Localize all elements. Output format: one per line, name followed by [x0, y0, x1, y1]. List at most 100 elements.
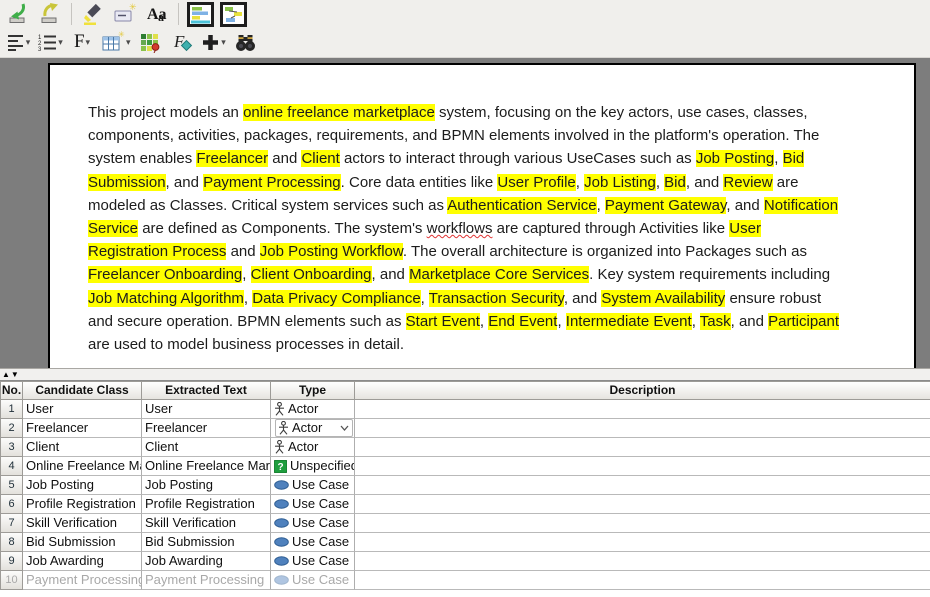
highlighted-term[interactable]: Client: [301, 150, 339, 167]
description-cell[interactable]: [355, 552, 930, 571]
column-header-type[interactable]: Type: [271, 381, 355, 400]
extracted-text-cell[interactable]: Bid Submission: [142, 533, 271, 552]
font-style-button[interactable]: Aa a: [142, 1, 172, 27]
document-page[interactable]: This project models an online freelance …: [48, 63, 916, 368]
extracted-text-cell[interactable]: Payment Processing: [142, 571, 271, 590]
highlighted-term[interactable]: Service: [88, 220, 138, 237]
highlighted-term[interactable]: Client Onboarding: [251, 266, 372, 283]
row-number-cell[interactable]: 3: [0, 438, 23, 457]
highlighted-term[interactable]: System Availability: [601, 290, 725, 307]
extracted-text-cell[interactable]: Online Freelance Mark: [142, 457, 271, 476]
new-note-button[interactable]: ✳: [110, 1, 140, 27]
format-button[interactable]: F: [167, 29, 197, 55]
type-cell[interactable]: Use Case: [271, 552, 355, 571]
text-view-toggle-button[interactable]: [185, 1, 216, 27]
type-cell[interactable]: Use Case: [271, 495, 355, 514]
color-grid-button[interactable]: [135, 29, 165, 55]
description-cell[interactable]: [355, 533, 930, 552]
highlighted-term[interactable]: Task: [700, 313, 731, 330]
export-button[interactable]: [35, 1, 65, 27]
highlighted-term[interactable]: Data Privacy Compliance: [252, 290, 420, 307]
highlighted-term[interactable]: Transaction Security: [429, 290, 564, 307]
highlighted-term[interactable]: Intermediate Event: [566, 313, 692, 330]
row-number-cell[interactable]: 10: [0, 571, 23, 590]
description-cell[interactable]: [355, 457, 930, 476]
candidate-class-cell[interactable]: Job Awarding: [23, 552, 142, 571]
type-cell[interactable]: Use Case: [271, 533, 355, 552]
highlighted-term[interactable]: Job Matching Algorithm: [88, 290, 244, 307]
candidate-class-cell[interactable]: Job Posting: [23, 476, 142, 495]
candidate-class-cell[interactable]: Online Freelance Ma: [23, 457, 142, 476]
highlighted-term[interactable]: End Event: [488, 313, 557, 330]
row-number-cell[interactable]: 4: [0, 457, 23, 476]
type-dropdown[interactable]: Actor: [275, 419, 353, 437]
candidate-class-cell[interactable]: Profile Registration: [23, 495, 142, 514]
font-button[interactable]: F ▾: [67, 29, 97, 55]
highlighted-term[interactable]: online freelance marketplace: [243, 104, 435, 121]
splitter-collapse-arrows[interactable]: ▲▼: [2, 369, 20, 380]
row-number-cell[interactable]: 7: [0, 514, 23, 533]
candidate-class-cell[interactable]: Skill Verification: [23, 514, 142, 533]
description-cell[interactable]: [355, 400, 930, 419]
description-cell[interactable]: [355, 419, 930, 438]
highlighted-term[interactable]: Job Posting: [696, 150, 774, 167]
column-header-candidate[interactable]: Candidate Class: [23, 381, 142, 400]
type-cell[interactable]: Use Case: [271, 476, 355, 495]
row-number-cell[interactable]: 9: [0, 552, 23, 571]
candidate-class-cell[interactable]: Freelancer: [23, 419, 142, 438]
extracted-text-cell[interactable]: User: [142, 400, 271, 419]
highlighted-term[interactable]: Registration Process: [88, 243, 226, 260]
highlighted-term[interactable]: Job Posting Workflow: [260, 243, 403, 260]
type-cell[interactable]: Use Case: [271, 571, 355, 590]
row-number-cell[interactable]: 5: [0, 476, 23, 495]
highlighted-term[interactable]: User: [729, 220, 761, 237]
highlight-button[interactable]: [78, 1, 108, 27]
type-cell[interactable]: Use Case: [271, 514, 355, 533]
highlighted-term[interactable]: Job Listing: [584, 174, 656, 191]
highlighted-term[interactable]: Participant: [768, 313, 839, 330]
highlighted-term[interactable]: User Profile: [497, 174, 575, 191]
highlighted-term[interactable]: Authentication Service: [447, 197, 596, 214]
highlighted-term[interactable]: Marketplace Core Services: [409, 266, 589, 283]
find-button[interactable]: [231, 29, 261, 55]
highlighted-term[interactable]: Review: [723, 174, 772, 191]
align-button[interactable]: ▾: [3, 29, 33, 55]
candidate-class-cell[interactable]: Bid Submission: [23, 533, 142, 552]
extracted-text-cell[interactable]: Client: [142, 438, 271, 457]
chevron-down-icon[interactable]: [340, 425, 349, 431]
extracted-text-cell[interactable]: Profile Registration: [142, 495, 271, 514]
column-header-no[interactable]: No.: [0, 381, 23, 400]
description-cell[interactable]: [355, 495, 930, 514]
candidate-class-cell[interactable]: User: [23, 400, 142, 419]
candidate-class-cell[interactable]: Payment Processing: [23, 571, 142, 590]
highlighted-term[interactable]: Bid: [664, 174, 686, 191]
highlighted-term[interactable]: Payment Gateway: [605, 197, 726, 214]
highlighted-term[interactable]: Start Event: [406, 313, 480, 330]
description-cell[interactable]: [355, 514, 930, 533]
highlighted-term[interactable]: Notification: [764, 197, 838, 214]
insert-table-button[interactable]: ✳ ▾: [99, 29, 133, 55]
row-number-cell[interactable]: 6: [0, 495, 23, 514]
extracted-text-cell[interactable]: Freelancer: [142, 419, 271, 438]
column-header-extracted[interactable]: Extracted Text: [142, 381, 271, 400]
row-number-cell[interactable]: 1: [0, 400, 23, 419]
extracted-text-cell[interactable]: Job Awarding: [142, 552, 271, 571]
type-cell[interactable]: Actor: [271, 438, 355, 457]
highlighted-term[interactable]: Freelancer: [196, 150, 268, 167]
row-number-cell[interactable]: 8: [0, 533, 23, 552]
column-header-description[interactable]: Description: [355, 381, 930, 400]
splitter-bar[interactable]: ▲▼: [0, 368, 930, 381]
highlighted-term[interactable]: Freelancer Onboarding: [88, 266, 242, 283]
description-cell[interactable]: [355, 476, 930, 495]
model-view-toggle-button[interactable]: [218, 1, 249, 27]
extracted-text-cell[interactable]: Job Posting: [142, 476, 271, 495]
type-cell[interactable]: ?Unspecified: [271, 457, 355, 476]
description-cell[interactable]: [355, 571, 930, 590]
add-button[interactable]: ▾: [199, 29, 229, 55]
row-number-cell[interactable]: 2: [0, 419, 23, 438]
candidate-class-cell[interactable]: Client: [23, 438, 142, 457]
numbered-list-button[interactable]: 1 2 3 ▾: [35, 29, 65, 55]
highlighted-term[interactable]: Bid: [783, 150, 805, 167]
import-button[interactable]: [3, 1, 33, 27]
highlighted-term[interactable]: Submission: [88, 174, 166, 191]
